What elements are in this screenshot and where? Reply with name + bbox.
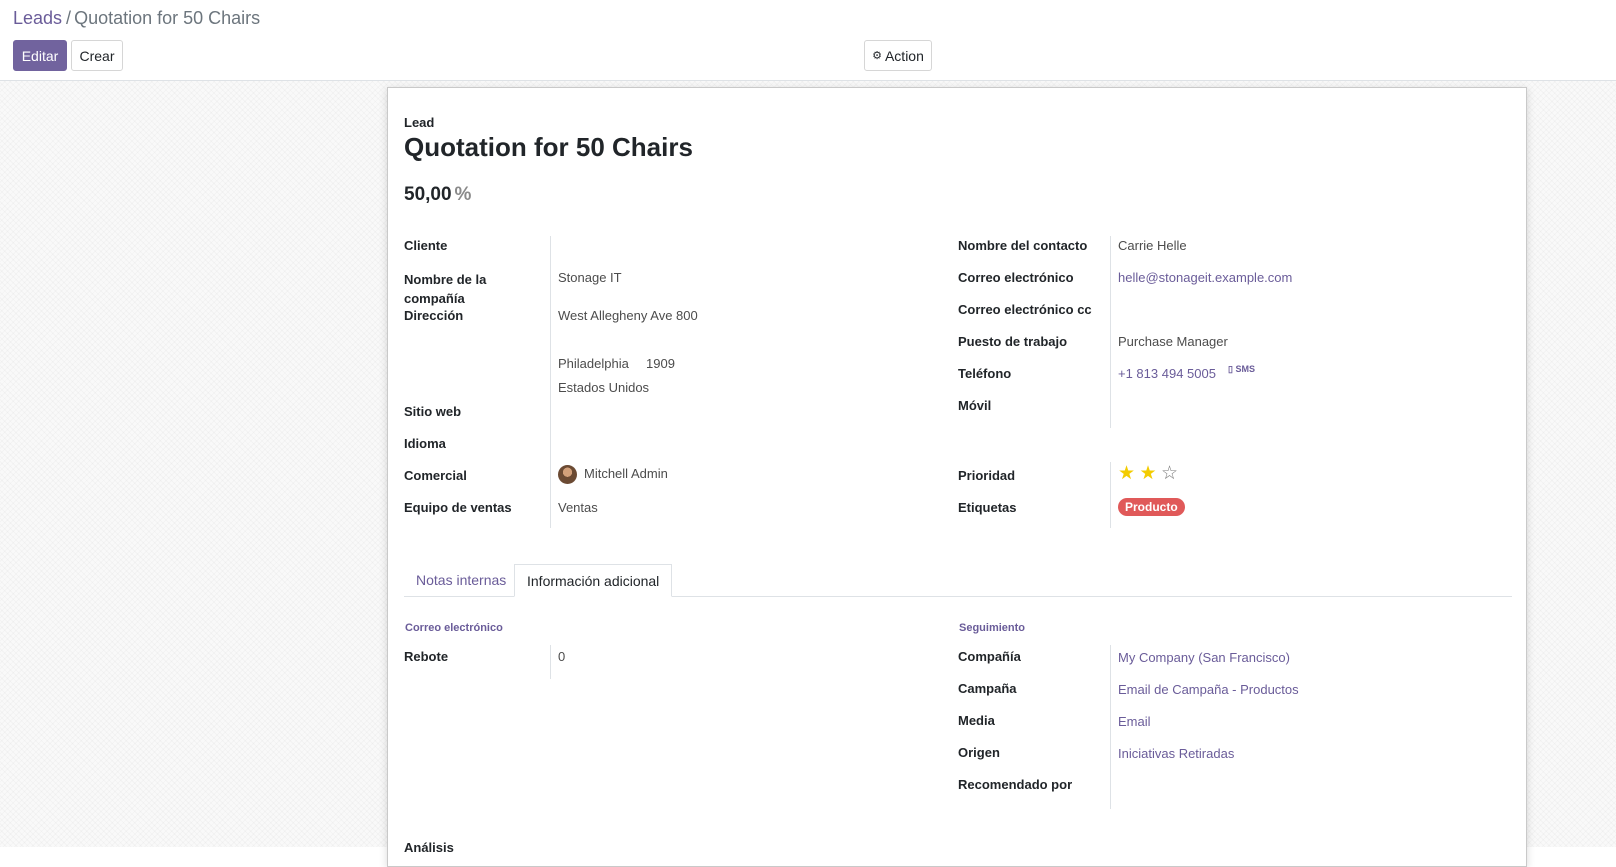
salesperson-label: Comercial [404,468,467,483]
tracking-section-title: Seguimiento [959,622,1026,634]
priority-label: Prioridad [958,468,1016,483]
left-group-divider [550,236,551,528]
job-position-field[interactable]: Purchase Manager [1118,334,1228,349]
customer-label: Cliente [404,238,448,253]
source-label: Origen [958,745,1000,760]
record-type-label: Lead [404,115,435,130]
country-field[interactable]: Estados Unidos [558,380,649,395]
gear-icon: ⚙ [872,50,882,62]
edit-button[interactable]: Editar [13,40,67,71]
analysis-section-title: Análisis [404,840,454,855]
create-button[interactable]: Crear [71,40,123,71]
tracking-company-field[interactable]: My Company (San Francisco) [1118,650,1290,665]
probability-unit: % [454,184,472,205]
record-title: Quotation for 50 Chairs [404,132,693,162]
mobile-label: Móvil [958,398,992,413]
breadcrumb-leads-link[interactable]: Leads [13,8,62,28]
star-empty-icon[interactable]: ☆ [1161,463,1178,484]
company-name-label: Nombre de la compañía [404,272,487,306]
job-position-label: Puesto de trabajo [958,334,1068,349]
source-field[interactable]: Iniciativas Retiradas [1118,746,1234,761]
breadcrumb-separator: / [66,8,72,28]
sales-team-field[interactable]: Ventas [558,500,598,515]
action-button[interactable]: ⚙ Action [864,40,932,71]
medium-label: Media [958,713,995,728]
bounce-field[interactable]: 0 [558,649,565,664]
avatar [558,465,577,484]
form-sheet: Lead Quotation for 50 Chairs 50,00% Clie… [387,87,1527,867]
email-field[interactable]: helle@stonageit.example.com [1118,270,1292,285]
tab-internal-notes[interactable]: Notas internas [404,564,518,596]
contact-name-label: Nombre del contacto [958,238,1088,253]
email-cc-label: Correo electrónico cc [958,302,1092,317]
phone-label: Teléfono [958,366,1012,381]
probability-value: 50,00 [404,184,452,205]
star-filled-icon[interactable]: ★ [1118,463,1135,484]
campaign-label: Campaña [958,681,1017,696]
language-label: Idioma [404,436,446,451]
star-filled-icon[interactable]: ★ [1140,463,1157,484]
email-section-title: Correo electrónico [405,622,503,634]
sms-button[interactable]: ▯ SMS [1228,364,1255,375]
tags-label: Etiquetas [958,500,1017,515]
campaign-field[interactable]: Email de Campaña - Productos [1118,682,1299,697]
salesperson-value: Mitchell Admin [584,465,668,481]
breadcrumb-current: Quotation for 50 Chairs [74,8,261,28]
action-label: Action [884,47,924,64]
street-field[interactable]: West Allegheny Ave 800 [558,308,698,323]
referred-by-label: Recomendado por [958,777,1073,792]
probability-field: 50,00% [404,184,471,206]
control-panel: Leads / Quotation for 50 Chairs Editar Cre… [0,0,1616,81]
contact-name-field[interactable]: Carrie Helle [1118,238,1187,253]
priority-widget: ★ ★ ☆ [1118,464,1178,484]
sms-label: SMS [1235,364,1255,374]
phone-field[interactable]: +1 813 494 5005 [1118,366,1216,381]
content-area: Lead Quotation for 50 Chairs 50,00% Clie… [0,81,1616,867]
medium-field[interactable]: Email [1118,714,1151,729]
tracking-section-divider [1110,645,1111,809]
tracking-company-label: Compañía [958,649,1021,664]
email-label: Correo electrónico [958,270,1074,285]
zip-field[interactable]: 1909 [646,356,675,371]
website-label: Sitio web [404,404,462,419]
company-name-field[interactable]: Stonage IT [558,270,622,285]
right-group-divider [1110,236,1111,428]
notebook-tabs: Notas internas Información adicional [404,564,1512,597]
sales-team-label: Equipo de ventas [404,500,512,515]
address-label: Dirección [404,308,464,323]
tags-field[interactable]: Producto [1118,498,1185,516]
tab-extra-info[interactable]: Información adicional [514,564,673,597]
breadcrumb: Leads / Quotation for 50 Chairs [13,8,260,29]
bounce-label: Rebote [404,649,449,664]
city-field[interactable]: Philadelphia [558,356,629,371]
salesperson-field[interactable]: Mitchell Admin [558,465,668,484]
right-group-divider-lower [1110,462,1111,528]
email-section-divider [550,645,551,679]
mobile-phone-icon: ▯ [1228,364,1233,374]
tag-badge: Producto [1118,498,1185,516]
